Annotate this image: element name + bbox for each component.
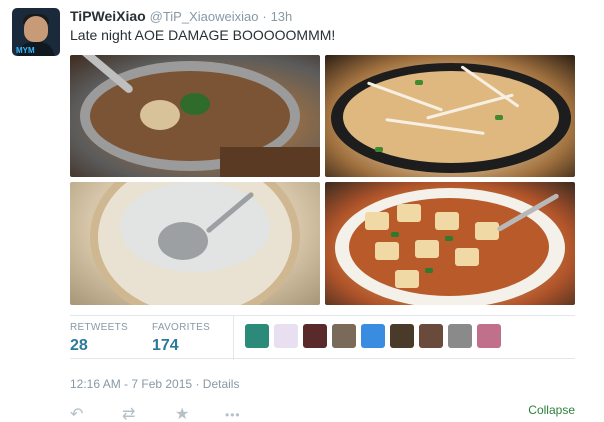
retweet-icon[interactable]: ⇄: [122, 405, 135, 422]
favoriter-avatar[interactable]: [274, 324, 298, 348]
favoriter-avatar[interactable]: [303, 324, 327, 348]
header-separator: ·: [262, 9, 267, 24]
user-fullname[interactable]: TiPWeiXiao: [70, 8, 146, 24]
photo-tofu: [435, 212, 459, 230]
favoriter-avatar[interactable]: [390, 324, 414, 348]
retweets-stat[interactable]: RETWEETS 28: [70, 322, 128, 355]
user-handle[interactable]: @TiP_Xiaoweixiao: [150, 9, 259, 24]
photo-scallion: [425, 268, 433, 273]
favoriter-avatar[interactable]: [419, 324, 443, 348]
photo-herb: [495, 115, 503, 120]
tweet-stats: RETWEETS 28 FAVORITES 174: [70, 315, 575, 360]
more-icon[interactable]: •••: [225, 405, 241, 422]
tweet-timestamp-row: 12:16 AM - 7 Feb 2015 · Details: [70, 377, 239, 391]
timestamp-separator: ·: [195, 377, 200, 391]
favoriter-avatar[interactable]: [477, 324, 501, 348]
photo-wooden-stand: [220, 147, 320, 177]
photo-tofu: [415, 240, 439, 258]
tweet-timestamp: 12:16 AM - 7 Feb 2015: [70, 377, 193, 391]
photo-tofu: [397, 204, 421, 222]
tweet-text: Late night AOE DAMAGE BOOOOOMMM!: [70, 27, 336, 43]
favoriter-avatar[interactable]: [245, 324, 269, 348]
tweet-time-ago[interactable]: 13h: [271, 9, 293, 24]
tweet-header: TiPWeiXiao @TiP_Xiaoweixiao · 13h: [70, 8, 292, 24]
photo-tofu: [475, 222, 499, 240]
photo-coconut-dessert[interactable]: [70, 182, 320, 305]
photo-grid: [70, 55, 575, 305]
photo-tofu: [365, 212, 389, 230]
photo-scallion: [391, 232, 399, 237]
favorites-count: 174: [152, 337, 179, 354]
retweets-label: RETWEETS: [70, 322, 128, 333]
favoriter-avatar[interactable]: [332, 324, 356, 348]
favoriter-avatar[interactable]: [448, 324, 472, 348]
avatar-face: [24, 16, 48, 42]
photo-noodle-soup[interactable]: [325, 55, 575, 177]
photo-mapo-tofu[interactable]: [325, 182, 575, 305]
photo-herb: [415, 80, 423, 85]
reply-icon[interactable]: ↶: [70, 405, 83, 422]
favorite-icon[interactable]: ★: [175, 405, 189, 422]
collapse-link[interactable]: Collapse: [528, 403, 575, 417]
photo-spoon: [158, 222, 208, 260]
photo-herb: [375, 147, 383, 152]
photo-shellfish: [140, 100, 180, 130]
photo-greens: [180, 93, 210, 115]
photo-seafood-soup[interactable]: [70, 55, 320, 177]
details-link[interactable]: Details: [203, 377, 240, 391]
favoriter-avatar[interactable]: [361, 324, 385, 348]
photo-scallion: [445, 236, 453, 241]
photo-tofu: [455, 248, 479, 266]
favorites-stat[interactable]: FAVORITES 174: [152, 322, 210, 355]
avatar-logo: MYM: [16, 46, 35, 55]
retweets-count: 28: [70, 337, 88, 354]
stats-divider: [233, 316, 234, 360]
photo-tofu: [395, 270, 419, 288]
user-avatar[interactable]: MYM: [12, 8, 60, 56]
photo-tofu: [375, 242, 399, 260]
favorites-label: FAVORITES: [152, 322, 211, 333]
